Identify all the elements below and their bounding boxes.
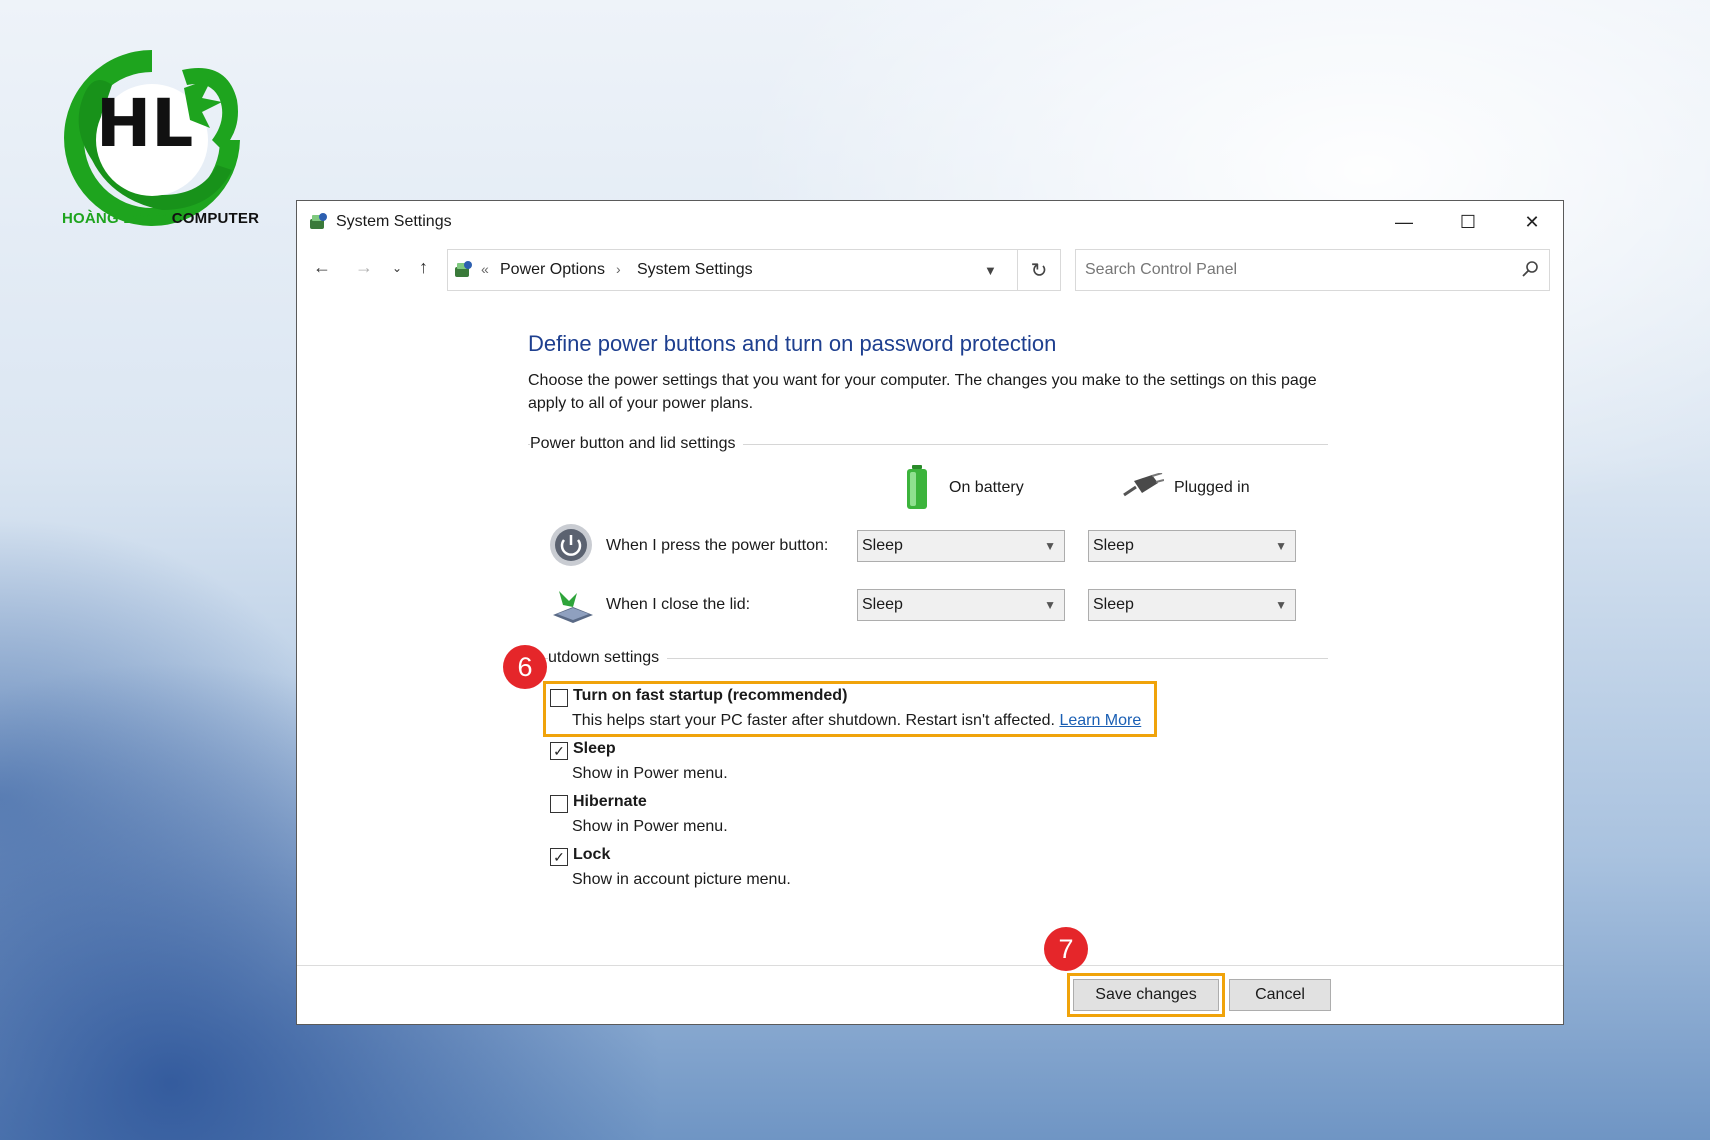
column-plugged-in: Plugged in — [1174, 479, 1250, 496]
battery-icon — [907, 465, 927, 509]
laptop-lid-icon — [553, 591, 593, 623]
power-button-battery-select[interactable]: Sleep ▼ — [857, 530, 1065, 562]
power-group-label: Power button and lid settings — [530, 435, 744, 453]
breadcrumb-system-settings[interactable]: System Settings — [637, 261, 753, 279]
lock-description: Show in account picture menu. — [572, 871, 791, 888]
step-badge-6: 6 — [503, 645, 547, 689]
chevron-down-icon: ▼ — [1044, 539, 1056, 553]
sleep-checkbox[interactable]: ✓ — [550, 742, 568, 760]
breadcrumb-overflow[interactable]: « — [481, 261, 489, 277]
hibernate-checkbox[interactable] — [550, 795, 568, 813]
logo-wordmark: HOÀNG LONG COMPUTER — [62, 210, 259, 227]
navigation-bar: ← → ⌄ ↑ « Power Options › System Setting… — [297, 243, 1563, 291]
cancel-button[interactable]: Cancel — [1229, 979, 1331, 1011]
breadcrumb-power-options[interactable]: Power Options — [500, 261, 605, 279]
search-input[interactable] — [1076, 250, 1549, 290]
search-box[interactable] — [1075, 249, 1550, 291]
svg-text:HL: HL — [96, 88, 193, 158]
footer-divider — [297, 965, 1563, 966]
chevron-down-icon: ▼ — [1044, 598, 1056, 612]
title-bar: System Settings — ☐ ✕ — [297, 201, 1563, 243]
recent-locations-button[interactable]: ⌄ — [392, 261, 402, 275]
power-plug-icon — [1123, 473, 1164, 497]
hibernate-description: Show in Power menu. — [572, 818, 728, 835]
up-button[interactable]: ↑ — [419, 257, 428, 278]
checkbox-check-icon: ✓ — [553, 743, 565, 759]
page-description: Choose the power settings that you want … — [528, 372, 1317, 412]
fast-startup-highlight — [543, 681, 1157, 737]
power-button-plugged-select[interactable]: Sleep ▼ — [1088, 530, 1296, 562]
close-button[interactable]: ✕ — [1500, 201, 1564, 243]
logo-monogram: HL — [96, 88, 193, 158]
maximize-button[interactable]: ☐ — [1436, 201, 1500, 243]
logo-text-green: HOÀNG LONG — [62, 210, 168, 227]
lock-checkbox[interactable]: ✓ — [550, 848, 568, 866]
refresh-button[interactable]: ↻ — [1017, 249, 1061, 291]
lock-label: Lock — [573, 846, 611, 863]
select-value: Sleep — [1093, 537, 1134, 554]
select-value: Sleep — [862, 596, 903, 613]
control-panel-icon — [455, 261, 472, 277]
select-value: Sleep — [1093, 596, 1134, 613]
save-button-highlight — [1067, 973, 1225, 1017]
minimize-button[interactable]: — — [1372, 201, 1436, 243]
back-button[interactable]: ← — [313, 257, 331, 278]
step-badge-7: 7 — [1044, 927, 1088, 971]
row-label-close-lid: When I close the lid: — [606, 596, 751, 613]
chevron-down-icon: ▼ — [1275, 598, 1287, 612]
checkbox-check-icon: ✓ — [553, 849, 565, 865]
select-value: Sleep — [862, 537, 903, 554]
window-title: System Settings — [336, 213, 452, 230]
address-bar[interactable]: « Power Options › System Settings ▼ — [447, 249, 1027, 291]
page-title: Define power buttons and turn on passwor… — [528, 331, 1057, 356]
logo-text-black: COMPUTER — [171, 210, 260, 227]
search-icon[interactable] — [1521, 260, 1539, 278]
address-dropdown-button[interactable]: ▼ — [984, 263, 997, 278]
sleep-label: Sleep — [573, 740, 616, 757]
system-settings-window: System Settings — ☐ ✕ ← → ⌄ ↑ « Power Op… — [296, 200, 1564, 1025]
breadcrumb-chevron-icon[interactable]: › — [616, 261, 621, 277]
power-button-icon — [550, 524, 592, 566]
chevron-down-icon: ▼ — [1275, 539, 1287, 553]
shutdown-group-label: utdown settings — [548, 649, 668, 667]
column-on-battery: On battery — [949, 479, 1024, 496]
close-lid-battery-select[interactable]: Sleep ▼ — [857, 589, 1065, 621]
hibernate-label: Hibernate — [573, 793, 647, 810]
forward-button[interactable]: → — [355, 257, 373, 278]
control-panel-icon — [310, 213, 327, 229]
close-lid-plugged-select[interactable]: Sleep ▼ — [1088, 589, 1296, 621]
sleep-description: Show in Power menu. — [572, 765, 728, 782]
row-label-power-button: When I press the power button: — [606, 537, 829, 554]
